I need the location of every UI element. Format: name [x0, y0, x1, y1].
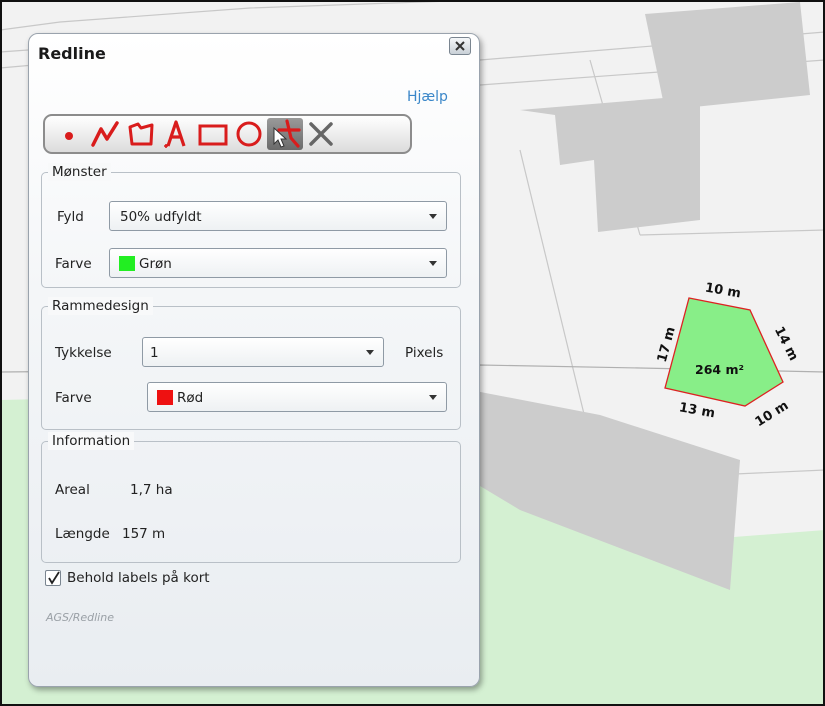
chevron-down-icon	[429, 395, 437, 400]
fill-color-select[interactable]: Grøn	[109, 248, 447, 278]
pattern-legend: Mønster	[48, 163, 111, 181]
tool-delete[interactable]	[303, 118, 339, 150]
select-move-icon	[273, 119, 301, 148]
checkmark-icon	[48, 571, 60, 585]
thickness-value: 1	[150, 345, 159, 361]
border-color-swatch	[157, 390, 173, 405]
tool-circle[interactable]	[231, 118, 267, 150]
border-legend: Rammedesign	[48, 297, 153, 315]
border-color-value: Rød	[177, 390, 204, 406]
information-group: Information Areal 1,7 ha Længde 157 m	[41, 432, 461, 563]
help-link[interactable]: Hjælp	[407, 89, 448, 105]
app-screen: 264 m² 10 m 14 m 10 m 13 m 17 m Redline …	[0, 0, 825, 706]
close-icon	[455, 41, 465, 51]
area-label: Areal	[55, 482, 90, 498]
delete-icon	[309, 122, 333, 146]
fill-select[interactable]: 50% udfyldt	[109, 201, 447, 231]
thickness-select[interactable]: 1	[142, 337, 384, 367]
redline-panel: Redline Hjælp Mønster Fyld 50% udfyldt F…	[28, 33, 480, 687]
fill-color-value: Grøn	[139, 256, 172, 272]
tool-freehand-polygon[interactable]	[123, 118, 159, 150]
tool-polyline[interactable]	[87, 118, 123, 150]
chevron-down-icon	[429, 214, 437, 219]
border-group: Rammedesign Tykkelse 1 Pixels Farve Rød	[41, 297, 461, 430]
chevron-down-icon	[429, 261, 437, 266]
polyline-icon	[91, 121, 119, 147]
panel-footer: AGS/Redline	[46, 611, 114, 624]
information-legend: Information	[48, 432, 135, 450]
keep-labels-checkbox[interactable]	[45, 570, 61, 586]
panel-titlebar[interactable]: Redline	[29, 34, 479, 70]
thickness-unit: Pixels	[405, 345, 444, 361]
tool-select-move[interactable]	[267, 118, 303, 150]
chevron-down-icon	[366, 350, 374, 355]
area-value: 1,7 ha	[130, 482, 173, 498]
circle-icon	[236, 121, 262, 147]
border-color-select[interactable]: Rød	[147, 382, 447, 412]
thickness-label: Tykkelse	[55, 345, 112, 361]
panel-title: Redline	[38, 44, 106, 63]
fill-label: Fyld	[57, 209, 84, 225]
fill-color-label: Farve	[55, 256, 92, 272]
border-color-label: Farve	[55, 390, 92, 406]
polygon-area-label: 264 m²	[695, 362, 744, 377]
point-icon	[65, 132, 73, 140]
pattern-group: Mønster Fyld 50% udfyldt Farve Grøn	[41, 163, 461, 288]
fill-color-swatch	[119, 256, 135, 271]
length-value: 157 m	[122, 526, 166, 542]
close-button[interactable]	[449, 37, 471, 55]
tool-rectangle[interactable]	[195, 118, 231, 150]
length-label: Længde	[55, 526, 110, 542]
tool-point[interactable]	[51, 118, 87, 150]
freehand-polygon-icon	[128, 122, 154, 146]
keep-labels-label[interactable]: Behold labels på kort	[67, 569, 210, 587]
fill-select-value: 50% udfyldt	[120, 209, 202, 225]
tool-text[interactable]	[159, 118, 195, 150]
text-icon	[164, 120, 186, 148]
rectangle-icon	[198, 124, 228, 146]
drawing-toolbar	[43, 114, 412, 154]
